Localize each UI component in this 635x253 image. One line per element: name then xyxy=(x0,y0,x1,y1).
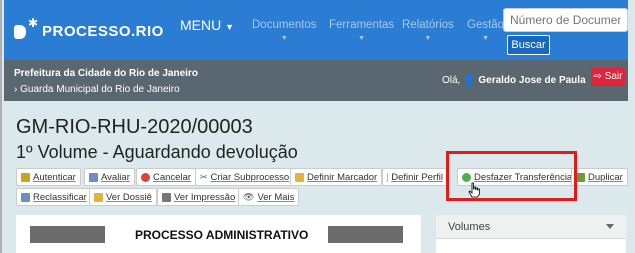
menu-button[interactable]: MENU ▼ xyxy=(180,17,234,33)
volumes-title: Volumes xyxy=(448,221,491,233)
logo[interactable]: ✱ PROCESSO.RIO xyxy=(14,16,164,46)
duplicate-icon xyxy=(576,172,585,182)
caret-down-icon: ▼ xyxy=(424,35,432,42)
search-button[interactable]: Buscar xyxy=(507,35,550,55)
eye-icon: 👁 xyxy=(243,191,255,202)
folder-icon xyxy=(387,172,389,182)
autenticar-button[interactable]: Autenticar xyxy=(16,168,81,186)
highlight-box xyxy=(446,151,577,201)
nav-gestao[interactable]: Gestão ▼ xyxy=(467,19,504,42)
button-label: Reclassificar xyxy=(33,191,87,203)
hand-cursor-icon xyxy=(468,182,480,198)
printer-icon xyxy=(162,192,171,202)
user-name: Geraldo Jose de Paula xyxy=(478,75,586,86)
user-greeting: Olá, 👤 Geraldo Jose de Paula xyxy=(442,75,586,86)
nav-label: Ferramentas xyxy=(329,19,395,31)
nav-ferramentas[interactable]: Ferramentas ▼ xyxy=(329,19,394,42)
user-icon: 👤 xyxy=(463,75,476,86)
caret-down-icon: ▼ xyxy=(225,22,235,32)
button-label: Criar Subprocesso xyxy=(210,171,290,183)
menu-label: MENU xyxy=(180,17,222,33)
redacted-block xyxy=(328,226,403,243)
reclassificar-button[interactable]: Reclassificar xyxy=(16,188,92,206)
cancelar-button[interactable]: Cancelar xyxy=(136,168,197,186)
greeting-label: Olá, xyxy=(442,75,461,86)
button-label: Cancelar xyxy=(153,171,192,183)
button-label: Autenticar xyxy=(33,171,76,183)
document-icon xyxy=(89,172,98,182)
button-label: Ver Mais xyxy=(257,191,295,203)
ver-dossie-button[interactable]: Ver Dossiê xyxy=(89,188,157,206)
volumes-header[interactable]: Volumes xyxy=(436,215,626,239)
document-icon xyxy=(21,192,30,202)
nav-documentos[interactable]: Documentos ▼ xyxy=(252,19,317,42)
criar-subprocesso-button[interactable]: ✂ Criar Subprocesso xyxy=(195,168,295,186)
folder-icon xyxy=(94,192,103,202)
avaliar-button[interactable]: Avaliar xyxy=(84,168,135,186)
page-subtitle: 1º Volume - Aguardando devolução xyxy=(16,142,298,162)
org-unit: › Guarda Municipal do Rio de Janeiro xyxy=(14,84,180,95)
logout-icon: ⇨ xyxy=(593,71,602,82)
definir-marcador-button[interactable]: Definir Marcador xyxy=(290,168,383,186)
document-number-input[interactable] xyxy=(503,8,628,32)
org-name: Prefeitura da Cidade do Rio de Janeiro xyxy=(14,68,198,79)
folder-icon xyxy=(295,172,304,182)
redacted-block xyxy=(30,226,105,243)
nav-label: Documentos xyxy=(252,19,317,31)
button-label: Duplicar xyxy=(588,171,623,183)
logo-icon: ✱ xyxy=(14,17,38,43)
chevron-right-icon: › xyxy=(14,84,18,95)
duplicar-button[interactable]: Duplicar xyxy=(571,168,628,186)
document-panel-title: PROCESSO ADMINISTRATIVO xyxy=(135,228,309,242)
caret-down-icon: ▼ xyxy=(358,35,366,42)
nav-relatorios[interactable]: Relatórios ▼ xyxy=(402,19,454,42)
button-label: Avaliar xyxy=(101,171,130,183)
ver-impressao-button[interactable]: Ver Impressão xyxy=(157,188,241,206)
button-label: Ver Impressão xyxy=(174,191,236,203)
certificate-icon xyxy=(21,172,30,182)
page-title: GM-RIO-RHU-2020/00003 xyxy=(16,116,253,138)
caret-down-icon[interactable] xyxy=(606,224,614,229)
app-window: ✱ PROCESSO.RIO MENU ▼ Documentos ▼ Ferra… xyxy=(0,0,635,253)
caret-down-icon: ▼ xyxy=(482,35,489,42)
nav-label: Relatórios xyxy=(402,19,454,31)
button-label: Definir Perfil xyxy=(391,171,443,183)
org-unit-label: Guarda Municipal do Rio de Janeiro xyxy=(20,84,180,95)
definir-perfil-button[interactable]: Definir Perfil xyxy=(382,168,448,186)
logo-text: PROCESSO.RIO xyxy=(42,22,164,40)
ver-mais-button[interactable]: 👁 Ver Mais xyxy=(238,188,300,206)
button-label: Definir Marcador xyxy=(307,171,378,183)
scissors-icon: ✂ xyxy=(200,171,208,182)
caret-down-icon: ▼ xyxy=(280,35,288,42)
button-label: Ver Dossiê xyxy=(106,191,152,203)
logout-button[interactable]: ⇨ Sair xyxy=(591,68,625,86)
logout-label: Sair xyxy=(604,71,623,82)
cancel-icon xyxy=(141,172,150,182)
nav-label: Gestão xyxy=(467,19,505,31)
